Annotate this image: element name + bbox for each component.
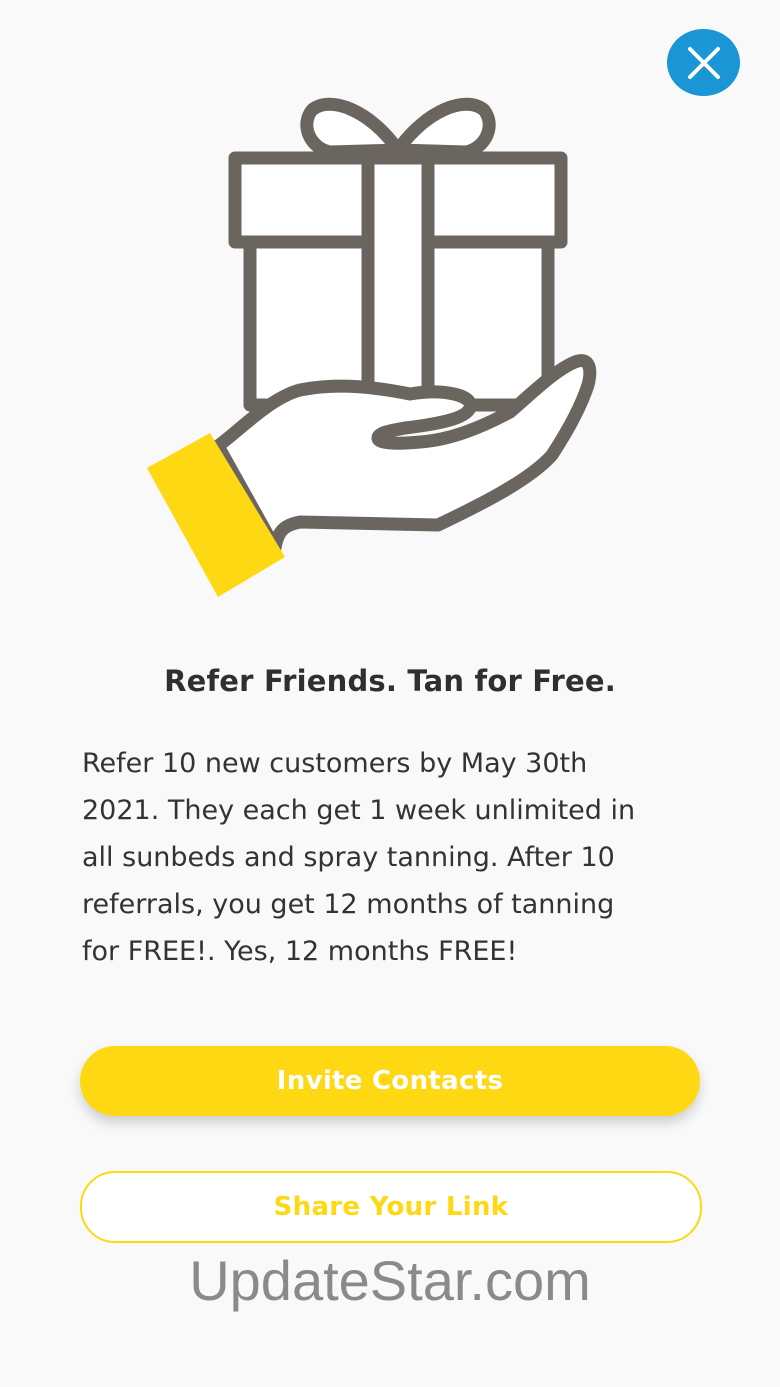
description-line: 2021. They each get 1 week unlimited in xyxy=(82,795,636,826)
watermark: UpdateStar.com xyxy=(189,1249,591,1312)
close-icon xyxy=(687,46,720,79)
close-button[interactable] xyxy=(667,29,740,96)
description-line: referrals, you get 12 months of tanning xyxy=(82,889,615,920)
description-line: for FREE!. Yes, 12 months FREE! xyxy=(82,936,518,967)
share-link-button[interactable]: Share Your Link xyxy=(80,1171,702,1243)
description-line: Refer 10 new customers by May 30th xyxy=(82,748,588,779)
invite-contacts-button[interactable]: Invite Contacts xyxy=(80,1046,700,1116)
promo-description: Refer 10 new customers by May 30th 2021.… xyxy=(82,740,682,975)
description-line: all sunbeds and spray tanning. After 10 xyxy=(82,842,615,873)
promo-title: Refer Friends. Tan for Free. xyxy=(164,664,616,698)
gift-in-hand-icon xyxy=(140,95,610,605)
